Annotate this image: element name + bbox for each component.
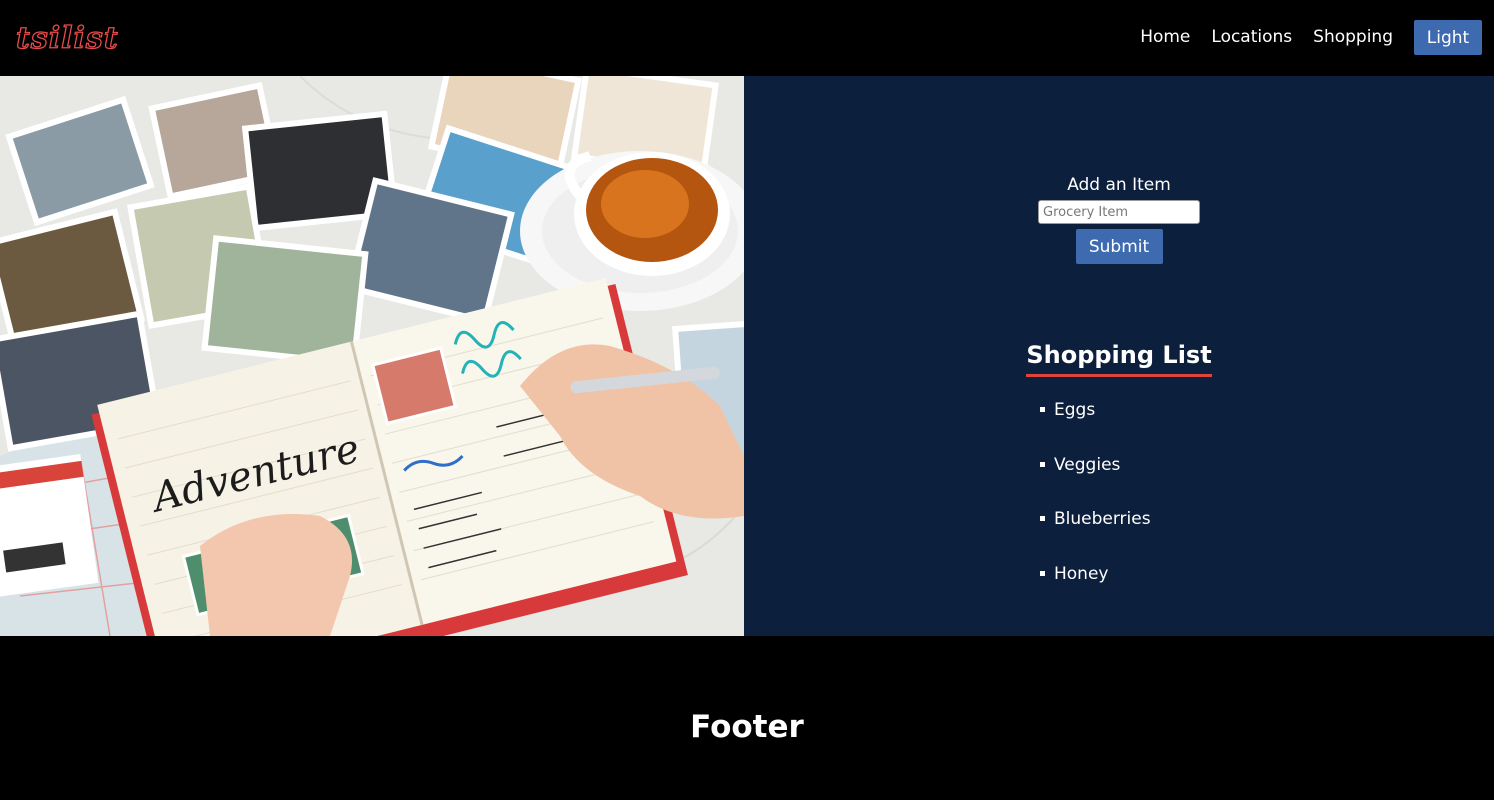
footer-title: Footer [690,709,804,745]
list-item[interactable]: Blueberries [1040,507,1151,562]
list-item[interactable]: Eggs [1040,398,1151,453]
list-item-label: Veggies [1054,454,1121,475]
nav-link-home[interactable]: Home [1140,20,1190,55]
nav-link-shopping[interactable]: Shopping [1313,20,1393,55]
list-item-label: Blueberries [1054,509,1151,530]
shopping-list-heading: Shopping List [1026,339,1212,377]
list-item[interactable]: Honey [1040,562,1151,617]
shopping-list: Eggs Veggies Blueberries Honey [1040,398,1151,616]
add-item-label: Add an Item [1067,175,1171,195]
site-header: tsilist Home Locations Shopping Light [0,0,1494,76]
site-logo[interactable]: tsilist [15,21,119,56]
shopping-list-heading-wrap: Shopping List [744,339,1494,377]
bullet-icon [1040,570,1045,576]
shopping-panel: Add an Item Submit Shopping List Eggs Ve… [744,76,1494,636]
bullet-icon [1040,407,1045,412]
submit-button[interactable]: Submit [1075,229,1163,264]
add-item-form: Add an Item Submit [744,174,1494,264]
site-footer: Footer [0,636,1494,800]
list-item[interactable]: Veggies [1040,453,1151,508]
theme-toggle-button[interactable]: Light [1414,20,1482,55]
hero-image: Adventure [0,76,744,636]
list-item-label: Eggs [1054,400,1096,420]
grocery-item-input[interactable] [1038,200,1200,224]
bullet-icon [1040,461,1045,467]
travel-journal-illustration: Adventure [0,76,744,636]
list-item-label: Honey [1054,563,1109,584]
bullet-icon [1040,516,1045,522]
main-nav: Home Locations Shopping Light [1140,20,1482,55]
nav-link-locations[interactable]: Locations [1211,20,1292,55]
